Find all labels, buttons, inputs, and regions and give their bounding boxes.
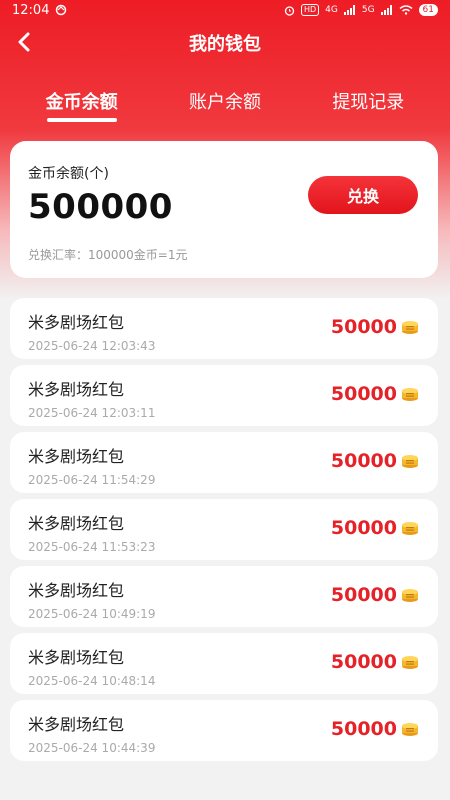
status-bar: 12:04 HD 4G 5G 61 [0, 0, 450, 20]
hd-badge: HD [300, 4, 320, 16]
record-time: 2025-06-24 11:54:29 [28, 473, 156, 487]
list-item: 米多剧场红包 2025-06-24 12:03:11 50000 [10, 365, 438, 426]
list-item: 米多剧场红包 2025-06-24 11:53:23 50000 [10, 499, 438, 560]
coin-stack-icon [402, 723, 418, 736]
record-time: 2025-06-24 12:03:43 [28, 339, 156, 353]
record-amount: 50000 [331, 584, 420, 606]
coin-stack-icon [402, 522, 418, 535]
record-amount: 50000 [331, 651, 420, 673]
status-left: 12:04 [12, 3, 67, 18]
network-5g: 5G [361, 5, 375, 15]
amount-value: 50000 [330, 450, 397, 472]
header: 我的钱包 [0, 22, 450, 62]
list-item: 米多剧场红包 2025-06-24 10:48:14 50000 [10, 633, 438, 694]
amount-value: 50000 [330, 651, 397, 673]
balance-card: 金币余额(个) 500000 兑换 兑换汇率：100000金币=1元 [10, 141, 438, 278]
coin-stack-icon [402, 455, 418, 468]
signal-icon [343, 5, 355, 15]
record-amount: 50000 [331, 450, 420, 472]
tab-coin-balance[interactable]: 金币余额 [36, 88, 128, 126]
record-amount: 50000 [331, 718, 420, 740]
battery-indicator: 61 [418, 4, 438, 16]
coin-stack-icon [402, 388, 418, 401]
record-time: 2025-06-24 10:48:14 [28, 674, 156, 688]
record-list: 米多剧场红包 2025-06-24 12:03:43 50000 米多剧场红包 … [10, 298, 438, 767]
tab-withdraw-records[interactable]: 提现记录 [322, 88, 414, 126]
coin-stack-icon [402, 656, 418, 669]
signal-icon-2 [380, 5, 392, 15]
amount-value: 50000 [330, 383, 397, 405]
list-item: 米多剧场红包 2025-06-24 12:03:43 50000 [10, 298, 438, 359]
list-item: 米多剧场红包 2025-06-24 10:44:39 50000 [10, 700, 438, 761]
tab-bar: 金币余额 账户余额 提现记录 [0, 88, 450, 128]
page-title: 我的钱包 [189, 34, 261, 55]
record-time: 2025-06-24 12:03:11 [28, 406, 156, 420]
record-amount: 50000 [331, 517, 420, 539]
record-time: 2025-06-24 10:49:19 [28, 607, 156, 621]
amount-value: 50000 [330, 718, 397, 740]
amount-value: 50000 [330, 584, 397, 606]
record-time: 2025-06-24 11:53:23 [28, 540, 156, 554]
wallet-screen: 12:04 HD 4G 5G 61 我的钱包 金币余额 账户余额 提现记录 金币… [0, 0, 450, 800]
list-item: 米多剧场红包 2025-06-24 10:49:19 50000 [10, 566, 438, 627]
record-amount: 50000 [331, 383, 420, 405]
tab-account-balance[interactable]: 账户余额 [179, 88, 271, 126]
wifi-icon [399, 5, 413, 15]
amount-value: 50000 [330, 517, 397, 539]
alarm-icon [284, 5, 295, 16]
sync-icon [56, 4, 67, 16]
amount-value: 50000 [330, 316, 397, 338]
coin-stack-icon [402, 589, 418, 602]
record-time: 2025-06-24 10:44:39 [28, 741, 156, 755]
network-4g: 4G [325, 5, 338, 15]
list-item: 米多剧场红包 2025-06-24 11:54:29 50000 [10, 432, 438, 493]
status-right: HD 4G 5G 61 [284, 4, 438, 16]
status-time: 12:04 [12, 2, 50, 18]
coin-stack-icon [402, 321, 418, 334]
exchange-rate: 兑换汇率：100000金币=1元 [28, 248, 188, 262]
record-amount: 50000 [331, 316, 420, 338]
exchange-button[interactable]: 兑换 [308, 176, 418, 214]
